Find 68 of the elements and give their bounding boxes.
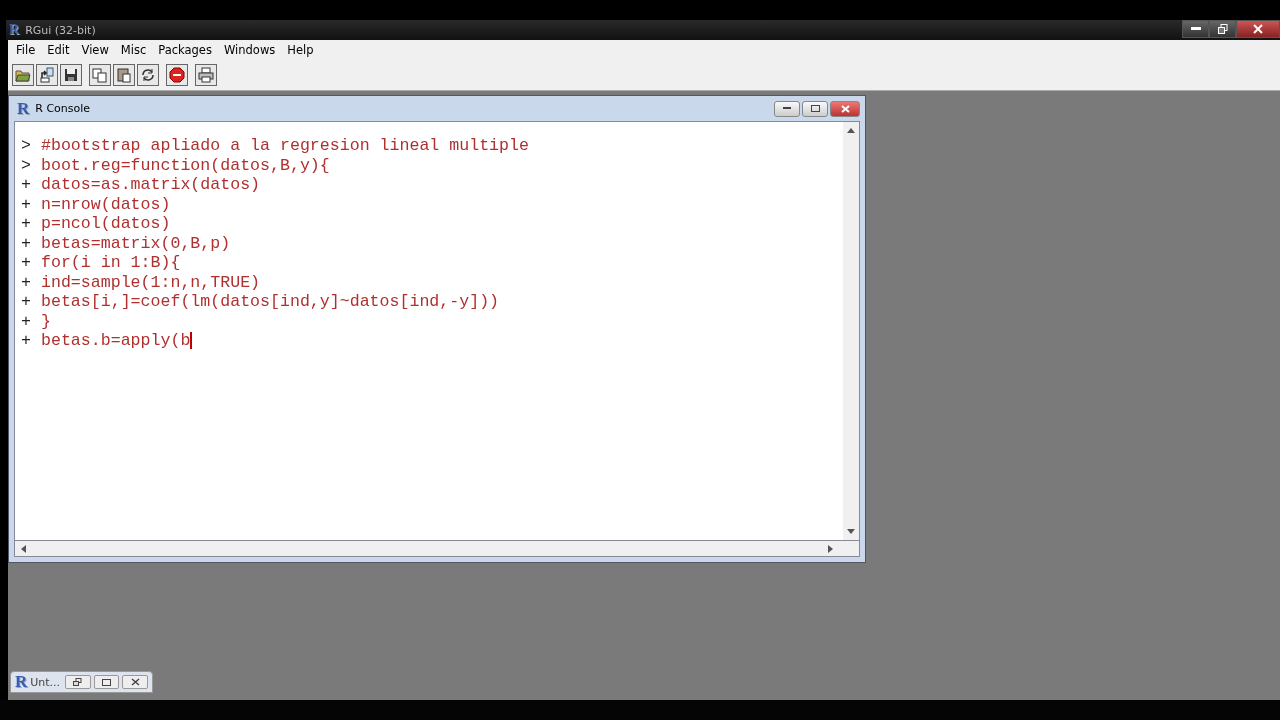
console-prompt: + xyxy=(21,311,32,331)
menu-item[interactable]: Packages xyxy=(152,43,218,57)
code-line: for(i in 1:B){ xyxy=(41,253,181,273)
minimize-icon xyxy=(783,107,791,110)
maximize-button[interactable] xyxy=(93,675,120,689)
floppy-icon[interactable] xyxy=(60,64,82,86)
console-prompt: + xyxy=(21,214,32,234)
close-icon xyxy=(1253,24,1263,34)
code-line: betas.b=apply(b xyxy=(41,331,191,351)
code-line: betas=matrix(0,B,p) xyxy=(41,233,231,253)
console-prompt: + xyxy=(21,253,32,273)
close-icon xyxy=(840,104,850,113)
window-title: RGui (32-bit) xyxy=(25,23,96,37)
maximize-icon xyxy=(102,678,112,686)
restore-button[interactable] xyxy=(1209,20,1236,38)
menu-item[interactable]: File xyxy=(10,43,42,57)
console-prompt: + xyxy=(21,194,32,214)
up-arrow-icon[interactable] xyxy=(847,128,855,133)
r-logo-icon: R xyxy=(9,22,20,38)
minimize-button[interactable] xyxy=(774,100,800,117)
code-line: } xyxy=(41,311,51,331)
folder-icon[interactable] xyxy=(12,64,34,86)
right-arrow-icon[interactable] xyxy=(828,544,833,553)
code-line: datos=as.matrix(datos) xyxy=(41,175,261,195)
maximize-button[interactable] xyxy=(802,100,828,117)
horizontal-scrollbar[interactable] xyxy=(14,541,860,557)
code-line: betas[i,]=coef(lm(datos[ind,y]~datos[ind,-y])) xyxy=(41,292,500,312)
left-arrow-icon[interactable] xyxy=(21,544,26,553)
restore-icon xyxy=(1217,24,1228,34)
window-title: Unt... xyxy=(30,675,61,689)
load-icon[interactable] xyxy=(36,64,58,86)
window-title: R Console xyxy=(35,102,91,115)
printer-icon[interactable] xyxy=(195,64,217,86)
console-prompt: > xyxy=(21,136,32,156)
console-prompt: + xyxy=(21,175,32,195)
console-prompt: + xyxy=(21,331,32,351)
stop-icon[interactable] xyxy=(166,64,188,86)
down-arrow-icon[interactable] xyxy=(847,529,855,534)
maximize-icon xyxy=(810,105,820,112)
paste-icon[interactable] xyxy=(113,64,135,86)
menu-item[interactable]: Misc xyxy=(114,43,153,57)
minimize-icon xyxy=(1190,27,1201,31)
minimize-button[interactable] xyxy=(1182,20,1209,38)
r-logo-icon: R xyxy=(17,100,30,117)
console-prompt: + xyxy=(21,292,32,312)
close-button[interactable] xyxy=(830,100,860,117)
restore-icon xyxy=(73,678,83,686)
vertical-scrollbar[interactable] xyxy=(843,122,859,540)
console-prompt: + xyxy=(21,233,32,253)
code-line: ind=sample(1:n,n,TRUE) xyxy=(41,272,261,292)
console-prompt: + xyxy=(21,272,32,292)
code-line: p=ncol(datos) xyxy=(41,214,171,234)
close-button[interactable] xyxy=(122,675,148,689)
copy-icon[interactable] xyxy=(89,64,111,86)
close-button[interactable] xyxy=(1236,20,1280,38)
close-icon xyxy=(130,678,140,686)
code-line: boot.reg=function(datos,B,y){ xyxy=(41,155,330,175)
code-line: n=nrow(datos) xyxy=(41,194,171,214)
code-line: #bootstrap apliado a la regresion lineal multiple xyxy=(41,136,529,156)
menu-item[interactable]: Windows xyxy=(217,43,282,57)
restore-button[interactable] xyxy=(65,675,91,689)
r-logo-icon: R xyxy=(15,674,28,690)
refresh-icon[interactable] xyxy=(137,64,159,86)
minimized-window[interactable]: R Unt... xyxy=(10,671,153,693)
menu-item[interactable]: Edit xyxy=(41,43,76,57)
console-prompt: > xyxy=(21,155,32,175)
menu-item[interactable]: View xyxy=(75,43,115,57)
menu-item[interactable]: Help xyxy=(281,43,320,57)
